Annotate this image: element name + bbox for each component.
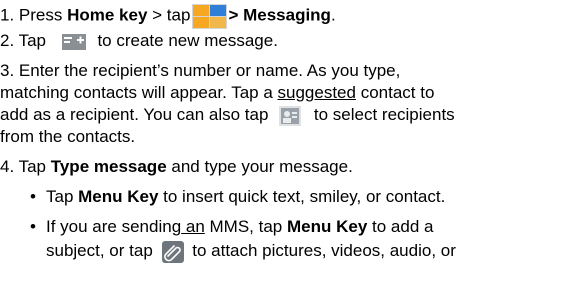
bullet-1-menu-key: Menu Key: [78, 187, 159, 206]
compose-message-icon: [61, 33, 87, 51]
step-2: 2. Tap to create new message.: [0, 30, 278, 52]
bullet-2-line-2: subject, or tap to attach pictures, vide…: [46, 240, 456, 263]
bullet-2-mid: MMS, tap: [204, 217, 287, 236]
paperclip-attach-icon: [161, 240, 184, 263]
step-3-line-1: 3. Enter the recipient’s number or name.…: [0, 61, 401, 80]
type-message-label: Type message: [50, 157, 167, 176]
contacts-icon: [279, 105, 302, 126]
step-3-line-4: from the contacts.: [0, 127, 136, 146]
bullet-1-prefix: Tap: [46, 187, 79, 206]
step-1-prefix: 1. Press: [0, 5, 68, 25]
step-2-suffix: to create new message.: [92, 31, 278, 50]
step-3-line-3-pre: add as a recipient. You can also tap: [0, 105, 274, 124]
suggested-link: suggested: [277, 83, 356, 102]
bullet-dot: •: [30, 217, 36, 236]
bullet-2-line-2-post: to attach pictures, videos, audio, or: [187, 241, 456, 260]
bullet-2-line-2-pre: subject, or tap: [46, 241, 158, 260]
step-3-line-2: matching contacts will appear. Tap a sug…: [0, 82, 434, 104]
step-4-suffix: and type your message.: [166, 157, 353, 176]
step-1-messaging: > Messaging: [228, 5, 331, 25]
document-page: { "step1": { "prefix": "1. Press ", "bol…: [0, 0, 585, 294]
bullet-2-link: an: [181, 217, 205, 236]
bullet-1: • Tap Menu Key to insert quick text, smil…: [30, 186, 445, 208]
step-3-line-3-post: to select recipients: [309, 105, 455, 124]
bullet-2-menu-key: Menu Key: [286, 217, 368, 236]
step-1: 1. Press Home key > tap > Messaging.: [0, 4, 336, 29]
step-3-line-2-pre: matching contacts will appear. Tap a: [0, 83, 278, 102]
step-3-line-3: add as a recipient. You can also tap to …: [0, 104, 455, 126]
bullet-2-line-1: • If you are sending an MMS, tap Menu Key…: [30, 216, 433, 238]
bullet-dot: •: [30, 187, 36, 206]
home-launcher-icon: [192, 4, 228, 29]
step-4: 4. Tap Type message and type your messag…: [0, 156, 353, 178]
bullet-2-pre: If you are sending: [46, 217, 182, 236]
bullet-1-suffix: to insert quick text, smiley, or contact…: [158, 187, 446, 206]
step-1-end: .: [330, 5, 336, 25]
step-4-prefix: 4. Tap: [0, 157, 51, 176]
step-1-home-key: Home key: [67, 5, 148, 25]
bullet-2-post: to add a: [367, 217, 434, 236]
step-2-prefix: 2. Tap: [0, 31, 51, 50]
step-1-mid: > tap: [147, 5, 191, 25]
step-3-line-2-post: contact to: [355, 83, 435, 102]
